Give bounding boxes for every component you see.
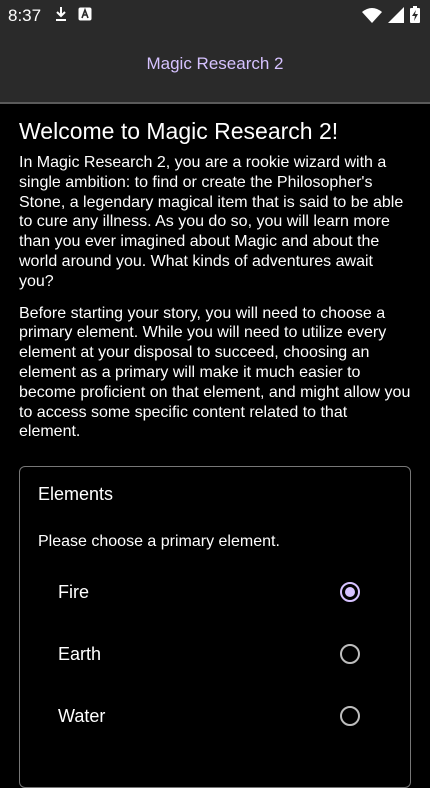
- element-option-label: Fire: [58, 581, 89, 602]
- app-bar: Magic Research 2: [0, 30, 430, 104]
- elements-card: Elements Please choose a primary element…: [19, 466, 411, 788]
- wifi-icon: [362, 7, 382, 23]
- download-icon: [54, 6, 68, 22]
- elements-card-subtitle: Please choose a primary element.: [38, 533, 280, 550]
- radio-button-fire[interactable]: [340, 582, 360, 602]
- status-bar: 8:37: [0, 0, 430, 30]
- a-box-icon: [78, 7, 92, 21]
- app-title: Magic Research 2: [146, 54, 284, 73]
- status-left-icons: [54, 6, 92, 22]
- radio-button-water[interactable]: [340, 706, 360, 726]
- element-option-water[interactable]: Water: [20, 688, 410, 744]
- radio-button-earth[interactable]: [340, 644, 360, 664]
- signal-icon: [388, 6, 404, 23]
- welcome-heading: Welcome to Magic Research 2!: [19, 118, 339, 144]
- battery-charging-icon: [410, 6, 420, 23]
- intro-section: Welcome to Magic Research 2! In Magic Re…: [19, 118, 411, 442]
- intro-paragraph-2: Before starting your story, you will nee…: [19, 304, 411, 441]
- status-time: 8:37: [8, 6, 42, 25]
- element-option-label: Earth: [58, 643, 102, 664]
- status-right-icons: [362, 6, 420, 23]
- intro-paragraph-1: In Magic Research 2, you are a rookie wi…: [19, 154, 404, 290]
- elements-card-title: Elements: [38, 484, 114, 504]
- element-option-fire[interactable]: Fire: [20, 564, 410, 620]
- element-option-label: Water: [58, 705, 106, 726]
- element-option-earth[interactable]: Earth: [20, 626, 410, 682]
